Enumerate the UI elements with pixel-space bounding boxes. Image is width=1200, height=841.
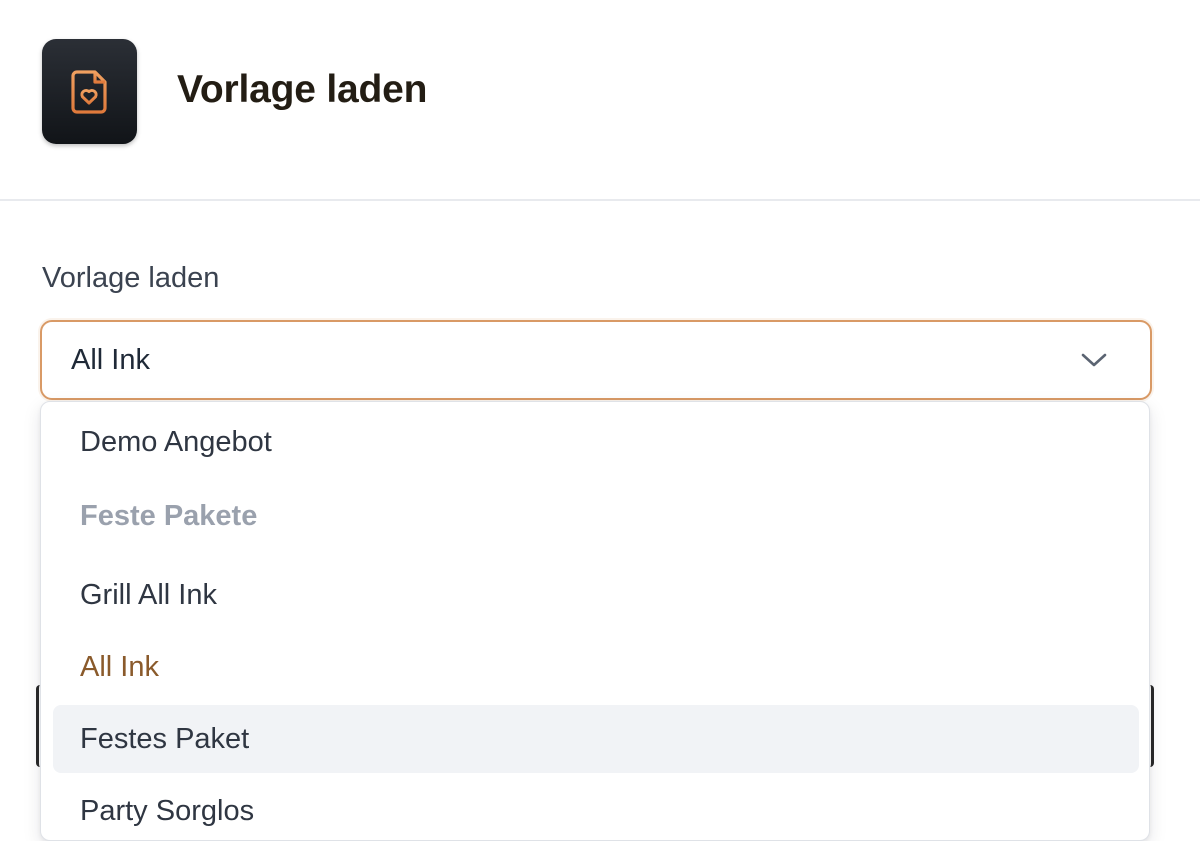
template-select-value: All Ink <box>71 344 150 376</box>
dropdown-option-demo-angebot[interactable]: Demo Angebot <box>53 408 1139 476</box>
dropdown-option-all-ink[interactable]: All Ink <box>53 633 1139 701</box>
template-dropdown-list[interactable]: Demo Angebot Feste Pakete Grill All Ink … <box>40 401 1150 841</box>
file-heart-icon <box>42 39 137 144</box>
dropdown-option-festes-paket[interactable]: Festes Paket <box>53 705 1139 773</box>
file-heart-icon-graphic <box>70 69 107 114</box>
chevron-down-icon <box>1081 353 1107 367</box>
modal-header: Vorlage laden <box>0 0 1200 201</box>
template-select[interactable]: All Ink <box>40 320 1152 400</box>
dropdown-option-party-sorglos[interactable]: Party Sorglos <box>53 777 1139 840</box>
dropdown-option-grill-all-ink[interactable]: Grill All Ink <box>53 561 1139 629</box>
page-title: Vorlage laden <box>177 68 428 111</box>
dropdown-group-label-feste-pakete: Feste Pakete <box>80 500 258 532</box>
template-select-label: Vorlage laden <box>42 262 220 294</box>
